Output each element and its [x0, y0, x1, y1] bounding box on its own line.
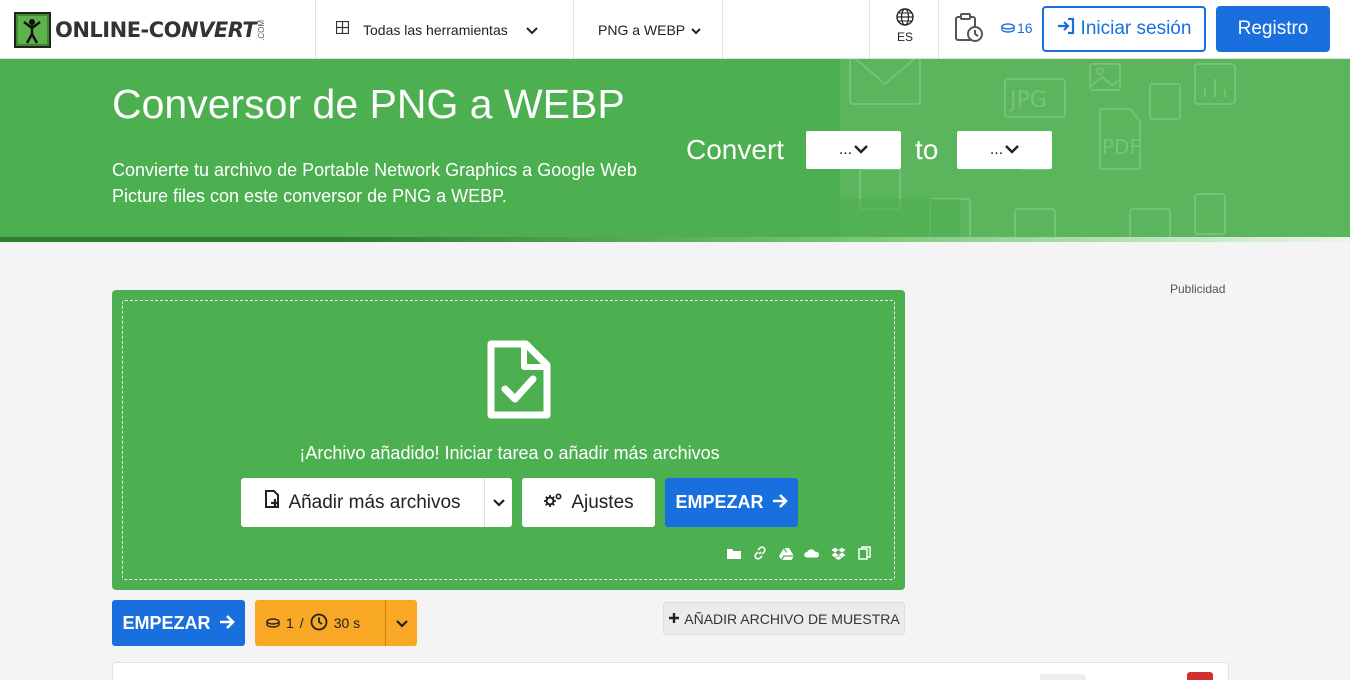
- coins-icon: [1001, 20, 1015, 36]
- history-button[interactable]: [954, 13, 984, 48]
- header-divider: [869, 0, 870, 59]
- all-tools-menu[interactable]: Todas las herramientas: [335, 0, 538, 59]
- start-label: EMPEZAR: [122, 612, 211, 633]
- arrow-right-icon: [772, 492, 788, 513]
- globe-icon: [892, 8, 918, 30]
- cost-credits: 1: [286, 615, 294, 631]
- logo-mark-icon: [14, 12, 51, 48]
- all-tools-label: Todas las herramientas: [363, 21, 508, 38]
- coins-icon: [266, 615, 280, 631]
- converter-menu-label: PNG a WEBP: [598, 21, 686, 38]
- svg-text:JPG: JPG: [1008, 88, 1047, 113]
- dropzone-start-button[interactable]: EMPEZAR: [665, 478, 798, 527]
- top-header: ONLINE-CONVERT .COM Todas las herramient…: [0, 0, 1350, 59]
- sign-in-icon: [1057, 17, 1075, 41]
- add-files-dropdown-toggle[interactable]: [484, 478, 512, 527]
- grid-icon: [335, 20, 350, 39]
- header-divider: [573, 0, 574, 59]
- cost-values: 1 / 30 s: [255, 613, 385, 634]
- file-list-control[interactable]: [1040, 674, 1086, 680]
- hero-bottom-band: [0, 237, 1350, 242]
- clock-icon: [310, 613, 328, 634]
- language-selector[interactable]: ES: [892, 8, 918, 44]
- page-subtitle: Convierte tu archivo de Portable Network…: [112, 160, 637, 206]
- convert-from-select[interactable]: ...: [806, 131, 901, 169]
- chevron-down-icon: [395, 615, 408, 631]
- clipboard-icon[interactable]: [856, 545, 872, 561]
- chevron-down-icon: [492, 494, 505, 512]
- folder-icon[interactable]: [726, 545, 742, 561]
- file-plus-icon: [264, 490, 280, 515]
- add-sample-file-button[interactable]: AÑADIR ARCHIVO DE MUESTRA: [663, 602, 905, 635]
- chevron-down-icon: [1005, 141, 1020, 159]
- add-more-files-button[interactable]: Añadir más archivos: [241, 478, 512, 527]
- header-divider: [722, 0, 723, 59]
- conversion-cost-badge[interactable]: 1 / 30 s: [255, 600, 417, 646]
- hero-banner: JPG PDF Conversor de PNG a WEBP Conviert…: [0, 59, 1350, 242]
- convert-to-value: ...: [989, 141, 1004, 158]
- login-button[interactable]: Iniciar sesión: [1042, 6, 1206, 52]
- dropzone-border: ¡Archivo añadido! Iniciar tarea o añadir…: [122, 300, 895, 580]
- remove-file-button[interactable]: [1187, 672, 1213, 680]
- register-label: Registro: [1237, 18, 1309, 39]
- credits-value: 16: [1017, 20, 1033, 36]
- settings-label: Ajustes: [571, 491, 634, 513]
- onedrive-icon[interactable]: [804, 545, 820, 561]
- header-divider: [938, 0, 939, 59]
- add-sample-file-label: AÑADIR ARCHIVO DE MUESTRA: [684, 610, 900, 627]
- cost-dropdown-toggle[interactable]: [385, 600, 417, 646]
- dropzone-message: ¡Archivo añadido! Iniciar tarea o añadir…: [299, 443, 720, 463]
- file-check-icon: [486, 339, 552, 426]
- start-conversion-button[interactable]: EMPEZAR: [112, 600, 245, 646]
- site-logo[interactable]: ONLINE-CONVERT .COM: [14, 11, 266, 49]
- chevron-down-icon: [691, 22, 701, 38]
- login-label: Iniciar sesión: [1080, 18, 1192, 39]
- chevron-down-icon: [854, 141, 869, 159]
- credits-counter[interactable]: 16: [1001, 20, 1033, 36]
- cost-time: 30 s: [333, 615, 361, 631]
- gears-icon: [543, 492, 563, 514]
- page-title: Conversor de PNG a WEBP: [112, 81, 625, 127]
- language-code: ES: [896, 30, 913, 44]
- upload-source-icons: [726, 545, 872, 561]
- plus-icon: [668, 611, 680, 627]
- settings-button[interactable]: Ajustes: [522, 478, 655, 527]
- clipboard-clock-icon: [954, 13, 984, 47]
- cost-separator: /: [299, 615, 304, 631]
- dropzone-start-label: EMPEZAR: [675, 492, 764, 512]
- google-drive-icon[interactable]: [778, 545, 794, 561]
- svg-text:PDF: PDF: [1102, 135, 1141, 159]
- add-more-files-label: Añadir más archivos: [288, 491, 461, 513]
- ad-label: Publicidad: [1170, 282, 1226, 296]
- register-button[interactable]: Registro: [1216, 6, 1330, 52]
- logo-text: ONLINE-CONVERT: [55, 18, 257, 42]
- link-icon[interactable]: [752, 545, 768, 561]
- arrow-right-icon: [219, 613, 235, 634]
- to-label: to: [915, 134, 939, 165]
- dropbox-icon[interactable]: [830, 545, 846, 561]
- file-dropzone[interactable]: ¡Archivo añadido! Iniciar tarea o añadir…: [112, 290, 905, 590]
- logo-com: .COM: [257, 19, 267, 41]
- add-more-files-main[interactable]: Añadir más archivos: [241, 478, 484, 527]
- convert-to-select[interactable]: ...: [957, 131, 1052, 169]
- convert-label: Convert: [686, 134, 785, 165]
- converter-menu[interactable]: PNG a WEBP: [598, 0, 701, 59]
- header-divider: [315, 0, 316, 59]
- chevron-down-icon: [526, 22, 538, 38]
- convert-from-value: ...: [838, 141, 853, 158]
